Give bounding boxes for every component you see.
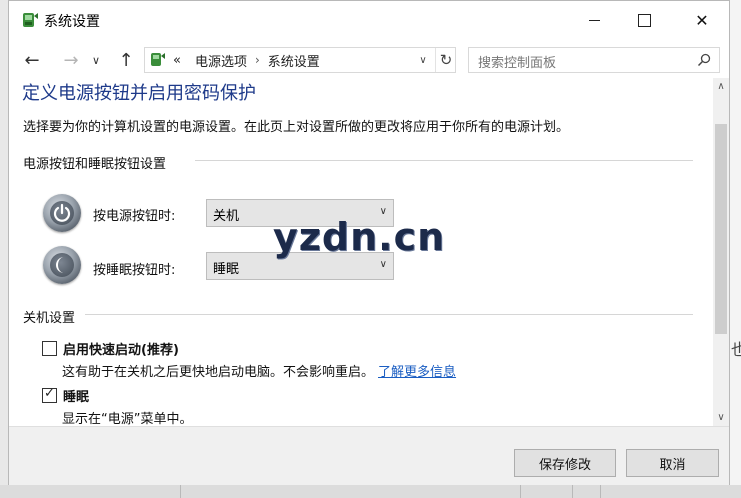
up-button[interactable]: ↑ <box>113 43 139 77</box>
power-button-icon <box>43 194 81 232</box>
scroll-down-button[interactable]: ∨ <box>713 409 729 426</box>
title-bar[interactable]: 系统设置 ✕ <box>9 1 729 39</box>
window-title: 系统设置 <box>44 14 100 30</box>
scroll-up-button[interactable]: ∧ <box>713 78 729 95</box>
chevron-down-icon: ∨ <box>717 412 725 423</box>
section-heading-buttons: 电源按钮和睡眠按钮设置 <box>23 157 167 172</box>
sleep-button-action-value: 睡眠 <box>213 262 240 277</box>
close-icon: ✕ <box>695 10 709 30</box>
address-bar[interactable]: « ​ 电源选项 › 系统设置 ∨ ↻ <box>144 47 456 73</box>
watermark-text: yzdn.cn <box>273 215 446 259</box>
minimize-button[interactable] <box>571 1 617 39</box>
search-icon[interactable] <box>697 53 711 67</box>
section-divider <box>195 160 693 161</box>
chevron-down-icon: ∨ <box>379 259 387 270</box>
background-glyph: 也 <box>731 340 741 359</box>
arrow-up-icon: ↑ <box>118 49 134 71</box>
back-button[interactable]: ← <box>19 43 45 77</box>
refresh-button[interactable]: ↻ <box>435 48 456 72</box>
breadcrumb-system-settings[interactable]: 系统设置 <box>268 51 320 70</box>
background-taskbar-strip <box>0 485 741 498</box>
section-heading-shutdown: 关机设置 <box>23 311 76 326</box>
minimize-icon <box>588 19 600 21</box>
recent-locations-button[interactable]: ∨ <box>88 43 104 77</box>
forward-button[interactable]: → <box>58 43 84 77</box>
power-button-label: 按电源按钮时: <box>93 209 176 224</box>
page-title: 定义电源按钮并启用密码保护 <box>22 83 256 104</box>
search-box[interactable]: 搜索控制面板 <box>468 47 720 73</box>
vertical-scrollbar[interactable]: ∧ ∨ <box>713 78 729 426</box>
maximize-button[interactable] <box>621 1 667 39</box>
sleep-label[interactable]: 睡眠 <box>63 386 89 405</box>
page-description: 选择要为你的计算机设置的电源设置。在此页上对设置所做的更改将应用于你所有的电源计… <box>23 120 570 135</box>
moon-icon <box>56 257 64 273</box>
breadcrumb-power-options[interactable]: 电源选项 <box>195 51 247 70</box>
chevron-down-icon: ∨ <box>91 53 101 67</box>
sleep-description: 显示在“电源”菜单中。 <box>62 412 193 426</box>
chevron-up-icon: ∧ <box>717 81 725 92</box>
fast-startup-label[interactable]: 启用快速启动(推荐) <box>63 339 179 358</box>
save-changes-button[interactable]: 保存修改 <box>514 449 616 477</box>
address-dropdown-button[interactable]: ∨ <box>415 48 431 72</box>
fast-startup-description: 这有助于在关机之后更快地启动电脑。不会影响重启。 了解更多信息 <box>62 365 457 380</box>
breadcrumb-overflow[interactable]: « <box>173 53 181 68</box>
sleep-button-label: 按睡眠按钮时: <box>93 263 176 278</box>
system-settings-window: 系统设置 ✕ ← → ∨ ↑ « ​ 电源选项 › 系统设置 ∨ ↻ 搜索控制面… <box>8 0 730 485</box>
maximize-icon <box>637 13 651 27</box>
dialog-footer: 保存修改 取消 <box>9 426 729 485</box>
learn-more-link[interactable]: 了解更多信息 <box>378 365 456 380</box>
refresh-icon: ↻ <box>439 51 453 69</box>
background-window-edge: 也 <box>730 0 741 498</box>
fast-startup-checkbox[interactable] <box>42 341 57 356</box>
section-divider <box>85 314 693 315</box>
arrow-left-icon: ← <box>24 49 40 71</box>
sleep-button-icon <box>43 246 81 284</box>
checkmark-icon: ✓ <box>44 386 55 401</box>
chevron-down-icon: ∨ <box>419 54 427 66</box>
sleep-checkbox[interactable]: ✓ <box>42 386 57 403</box>
cancel-button[interactable]: 取消 <box>626 449 719 477</box>
power-options-icon <box>23 13 38 27</box>
close-button[interactable]: ✕ <box>679 1 725 39</box>
power-symbol-icon <box>53 203 71 222</box>
scroll-thumb[interactable] <box>715 124 727 334</box>
arrow-right-icon: → <box>63 49 79 71</box>
power-button-action-value: 关机 <box>213 209 240 224</box>
navigation-bar: ← → ∨ ↑ « ​ 电源选项 › 系统设置 ∨ ↻ 搜索控制面板 <box>9 43 729 77</box>
control-panel-icon <box>151 53 165 66</box>
breadcrumb-separator[interactable]: › <box>255 53 260 67</box>
search-input[interactable]: 搜索控制面板 <box>478 52 556 71</box>
